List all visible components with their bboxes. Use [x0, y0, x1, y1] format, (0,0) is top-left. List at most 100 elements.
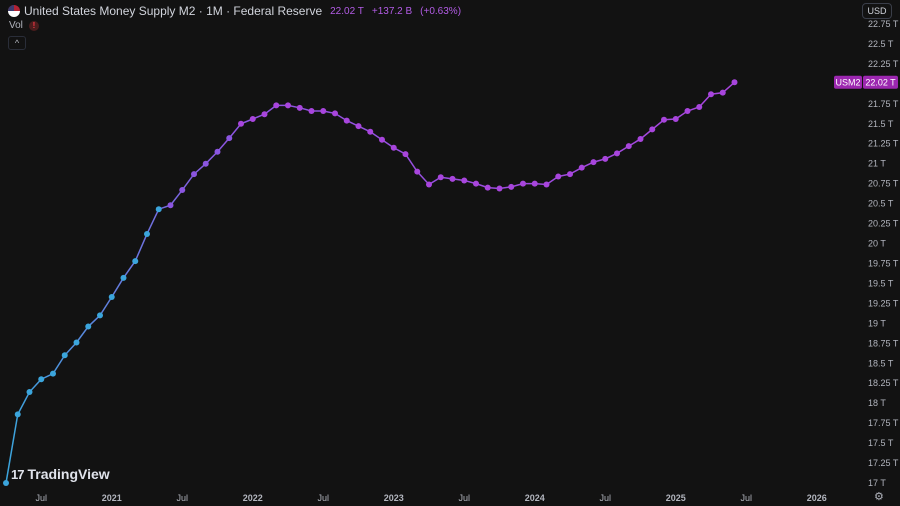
data-point: [461, 177, 468, 184]
data-point: [437, 174, 444, 181]
data-point: [61, 352, 68, 359]
data-point: [285, 102, 291, 109]
us-flag-icon: [8, 5, 20, 17]
data-point: [167, 202, 174, 209]
x-tick-label: 2024: [525, 493, 545, 503]
data-point: [26, 388, 33, 395]
x-tick-label: Jul: [458, 493, 470, 503]
data-point: [144, 230, 150, 237]
tradingview-logo[interactable]: 17 TradingView: [11, 466, 110, 482]
y-tick-label: 20.5 T: [868, 199, 894, 209]
series-title[interactable]: United States Money Supply M2 · 1M · Fed…: [24, 4, 322, 18]
data-point: [320, 108, 327, 115]
data-point: [637, 135, 644, 142]
y-tick-label: 21.75 T: [868, 99, 899, 109]
y-tick-label: 18.5 T: [868, 358, 894, 368]
data-point: [332, 110, 338, 117]
data-point: [214, 148, 221, 155]
x-tick-label: Jul: [740, 493, 752, 503]
currency-button[interactable]: USD: [862, 3, 892, 19]
data-point: [531, 180, 538, 187]
data-point: [179, 187, 186, 194]
data-point: [508, 183, 515, 190]
chart-canvas[interactable]: 17 T 17.25 T 17.5 T 17.75 T 18 T 18.25 T 18.5 …: [0, 0, 900, 506]
y-tick-label: 20.25 T: [868, 219, 899, 229]
y-tick-label: 22.25 T: [868, 59, 899, 69]
y-tick-label: 19.75 T: [868, 258, 899, 268]
y-tick-label: 21.5 T: [868, 119, 894, 129]
tradingview-mark-icon: 17: [11, 466, 25, 482]
y-tick-label: 22.5 T: [868, 39, 894, 49]
tradingview-text: TradingView: [27, 466, 110, 482]
data-point: [708, 91, 714, 98]
data-point: [567, 171, 573, 178]
data-point: [379, 136, 385, 143]
y-tick-label: 17.75 T: [868, 418, 899, 428]
y-tick-label: 20.75 T: [868, 179, 899, 189]
vol-label: Vol: [9, 20, 23, 31]
data-point: [578, 164, 585, 171]
gear-icon[interactable]: ⚙: [874, 490, 884, 503]
data-point: [155, 206, 162, 213]
data-point: [625, 143, 632, 150]
data-point: [97, 312, 103, 319]
y-tick-label: 21 T: [868, 159, 886, 169]
data-point: [426, 181, 432, 188]
data-point: [520, 180, 526, 187]
data-point: [261, 111, 268, 118]
y-tick-label: 18.75 T: [868, 338, 899, 348]
legend: United States Money Supply M2 · 1M · Fed…: [8, 4, 461, 18]
data-point: [496, 185, 503, 192]
y-tick-label: 21.25 T: [868, 139, 899, 149]
data-point: [367, 128, 374, 135]
data-point: [120, 274, 127, 281]
x-tick-label: 2022: [243, 493, 263, 503]
data-point: [402, 151, 409, 158]
y-tick-label: 19.25 T: [868, 298, 899, 308]
data-point: [555, 173, 562, 180]
data-point: [590, 159, 597, 166]
x-tick-label: Jul: [599, 493, 611, 503]
x-tick-label: 2023: [384, 493, 404, 503]
data-point: [602, 155, 609, 162]
x-tick-label: Jul: [35, 493, 47, 503]
data-point: [85, 323, 92, 330]
x-tick-label: 2026: [807, 493, 827, 503]
warning-icon[interactable]: !: [28, 20, 39, 31]
volume-legend[interactable]: Vol !: [9, 20, 39, 31]
change-percent: (+0.63%): [420, 5, 462, 17]
data-point: [73, 339, 80, 346]
change-value: +137.2 B: [371, 5, 413, 17]
x-tick-label: Jul: [317, 493, 329, 503]
data-point: [614, 150, 620, 157]
last-value: 22.02 T: [330, 5, 364, 17]
y-tick-label: 17 T: [868, 478, 886, 488]
data-point: [3, 480, 9, 486]
y-tick-label: 19 T: [868, 318, 886, 328]
data-point: [132, 258, 139, 265]
data-point: [308, 108, 315, 115]
data-point: [390, 144, 397, 151]
data-point: [449, 175, 456, 182]
data-point: [108, 294, 115, 301]
data-point: [38, 376, 45, 383]
data-point: [473, 180, 479, 187]
data-point: [249, 115, 256, 122]
data-point: [50, 370, 56, 377]
last-label-name: USM2: [835, 77, 860, 87]
y-tick-label: 18 T: [868, 398, 886, 408]
data-point: [672, 115, 679, 122]
x-tick-label: 2025: [666, 493, 686, 503]
data-point: [731, 79, 738, 86]
data-point: [684, 108, 691, 115]
x-tick-label: Jul: [176, 493, 188, 503]
data-point: [14, 411, 21, 418]
y-tick-label: 17.25 T: [868, 458, 899, 468]
collapse-legend-button[interactable]: ^: [8, 36, 26, 50]
data-point: [696, 104, 703, 111]
data-point: [296, 104, 303, 111]
last-label-value: 22.02 T: [865, 77, 896, 87]
x-tick-label: 2021: [102, 493, 122, 503]
data-point: [414, 168, 421, 175]
y-tick-label: 19.5 T: [868, 278, 894, 288]
